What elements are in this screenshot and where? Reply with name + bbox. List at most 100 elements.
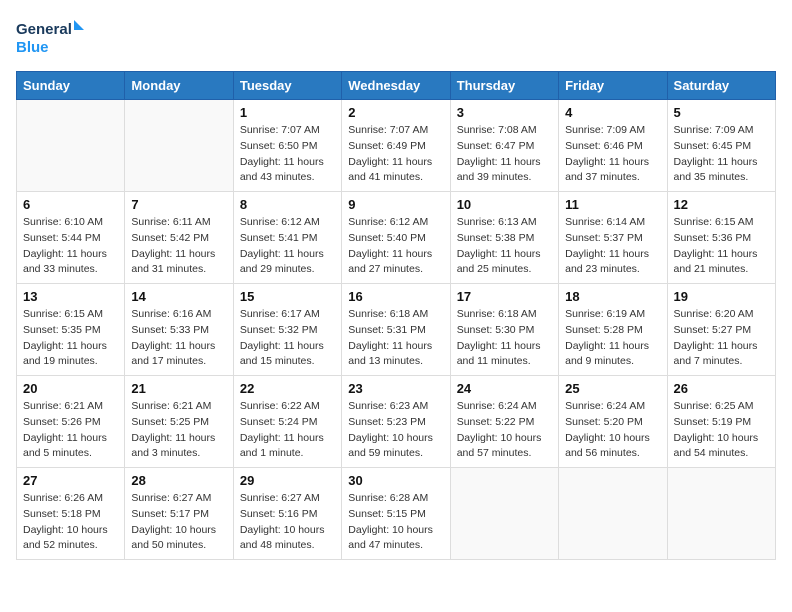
day-number: 7: [131, 197, 226, 212]
calendar-cell: [450, 468, 558, 560]
day-number: 20: [23, 381, 118, 396]
day-number: 27: [23, 473, 118, 488]
day-number: 9: [348, 197, 443, 212]
calendar-cell: 28 Sunrise: 6:27 AMSunset: 5:17 PMDayligh…: [125, 468, 233, 560]
calendar-cell: [559, 468, 667, 560]
calendar-cell: 27 Sunrise: 6:26 AMSunset: 5:18 PMDayligh…: [17, 468, 125, 560]
day-info: Sunrise: 7:08 AMSunset: 6:47 PMDaylight:…: [457, 123, 552, 186]
day-number: 12: [674, 197, 769, 212]
calendar-cell: 11 Sunrise: 6:14 AMSunset: 5:37 PMDayligh…: [559, 192, 667, 284]
day-info: Sunrise: 6:21 AMSunset: 5:26 PMDaylight:…: [23, 399, 118, 462]
day-number: 21: [131, 381, 226, 396]
day-info: Sunrise: 6:18 AMSunset: 5:31 PMDaylight:…: [348, 307, 443, 370]
day-number: 26: [674, 381, 769, 396]
calendar-week-row: 27 Sunrise: 6:26 AMSunset: 5:18 PMDayligh…: [17, 468, 776, 560]
calendar-cell: 9 Sunrise: 6:12 AMSunset: 5:40 PMDaylight…: [342, 192, 450, 284]
day-info: Sunrise: 6:24 AMSunset: 5:20 PMDaylight:…: [565, 399, 660, 462]
day-info: Sunrise: 7:07 AMSunset: 6:50 PMDaylight:…: [240, 123, 335, 186]
day-number: 6: [23, 197, 118, 212]
day-number: 1: [240, 105, 335, 120]
day-info: Sunrise: 6:10 AMSunset: 5:44 PMDaylight:…: [23, 215, 118, 278]
calendar-header-row: SundayMondayTuesdayWednesdayThursdayFrid…: [17, 72, 776, 100]
day-number: 14: [131, 289, 226, 304]
logo-svg: General Blue: [16, 16, 86, 61]
day-number: 11: [565, 197, 660, 212]
day-number: 25: [565, 381, 660, 396]
calendar-cell: 3 Sunrise: 7:08 AMSunset: 6:47 PMDaylight…: [450, 100, 558, 192]
calendar-cell: 17 Sunrise: 6:18 AMSunset: 5:30 PMDayligh…: [450, 284, 558, 376]
day-info: Sunrise: 6:27 AMSunset: 5:16 PMDaylight:…: [240, 491, 335, 554]
day-info: Sunrise: 6:12 AMSunset: 5:41 PMDaylight:…: [240, 215, 335, 278]
logo: General Blue: [16, 16, 86, 61]
day-info: Sunrise: 6:17 AMSunset: 5:32 PMDaylight:…: [240, 307, 335, 370]
column-header-thursday: Thursday: [450, 72, 558, 100]
day-number: 23: [348, 381, 443, 396]
day-info: Sunrise: 6:26 AMSunset: 5:18 PMDaylight:…: [23, 491, 118, 554]
calendar-cell: 4 Sunrise: 7:09 AMSunset: 6:46 PMDaylight…: [559, 100, 667, 192]
calendar-week-row: 20 Sunrise: 6:21 AMSunset: 5:26 PMDayligh…: [17, 376, 776, 468]
calendar-cell: 30Sunrise: 6:28 AMSunset: 5:15 PMDayligh…: [342, 468, 450, 560]
calendar-cell: [125, 100, 233, 192]
column-header-monday: Monday: [125, 72, 233, 100]
day-number: 17: [457, 289, 552, 304]
day-number: 13: [23, 289, 118, 304]
day-number: 10: [457, 197, 552, 212]
calendar-table: SundayMondayTuesdayWednesdayThursdayFrid…: [16, 71, 776, 560]
day-info: Sunrise: 6:28 AMSunset: 5:15 PMDaylight:…: [348, 491, 443, 554]
day-number: 28: [131, 473, 226, 488]
day-number: 22: [240, 381, 335, 396]
calendar-cell: 15Sunrise: 6:17 AMSunset: 5:32 PMDayligh…: [233, 284, 341, 376]
calendar-cell: 6 Sunrise: 6:10 AMSunset: 5:44 PMDaylight…: [17, 192, 125, 284]
day-info: Sunrise: 6:21 AMSunset: 5:25 PMDaylight:…: [131, 399, 226, 462]
calendar-cell: 2Sunrise: 7:07 AMSunset: 6:49 PMDaylight…: [342, 100, 450, 192]
calendar-cell: 20 Sunrise: 6:21 AMSunset: 5:26 PMDayligh…: [17, 376, 125, 468]
calendar-week-row: 1 Sunrise: 7:07 AMSunset: 6:50 PMDaylight…: [17, 100, 776, 192]
column-header-friday: Friday: [559, 72, 667, 100]
calendar-body: 1 Sunrise: 7:07 AMSunset: 6:50 PMDaylight…: [17, 100, 776, 560]
calendar-cell: 14 Sunrise: 6:16 AMSunset: 5:33 PMDayligh…: [125, 284, 233, 376]
day-info: Sunrise: 6:18 AMSunset: 5:30 PMDaylight:…: [457, 307, 552, 370]
day-info: Sunrise: 6:27 AMSunset: 5:17 PMDaylight:…: [131, 491, 226, 554]
calendar-week-row: 6 Sunrise: 6:10 AMSunset: 5:44 PMDaylight…: [17, 192, 776, 284]
calendar-cell: 25 Sunrise: 6:24 AMSunset: 5:20 PMDayligh…: [559, 376, 667, 468]
day-info: Sunrise: 6:13 AMSunset: 5:38 PMDaylight:…: [457, 215, 552, 278]
calendar-cell: 23Sunrise: 6:23 AMSunset: 5:23 PMDayligh…: [342, 376, 450, 468]
day-number: 3: [457, 105, 552, 120]
day-number: 19: [674, 289, 769, 304]
svg-text:Blue: Blue: [16, 39, 49, 56]
day-number: 2: [348, 105, 443, 120]
column-header-tuesday: Tuesday: [233, 72, 341, 100]
column-header-wednesday: Wednesday: [342, 72, 450, 100]
day-info: Sunrise: 7:09 AMSunset: 6:45 PMDaylight:…: [674, 123, 769, 186]
calendar-cell: 1 Sunrise: 7:07 AMSunset: 6:50 PMDaylight…: [233, 100, 341, 192]
day-info: Sunrise: 6:15 AMSunset: 5:35 PMDaylight:…: [23, 307, 118, 370]
svg-text:General: General: [16, 21, 72, 38]
day-number: 4: [565, 105, 660, 120]
day-info: Sunrise: 6:19 AMSunset: 5:28 PMDaylight:…: [565, 307, 660, 370]
day-number: 5: [674, 105, 769, 120]
calendar-cell: 13 Sunrise: 6:15 AMSunset: 5:35 PMDayligh…: [17, 284, 125, 376]
calendar-cell: 7 Sunrise: 6:11 AMSunset: 5:42 PMDaylight…: [125, 192, 233, 284]
day-number: 29: [240, 473, 335, 488]
day-info: Sunrise: 6:16 AMSunset: 5:33 PMDaylight:…: [131, 307, 226, 370]
day-number: 18: [565, 289, 660, 304]
day-info: Sunrise: 7:09 AMSunset: 6:46 PMDaylight:…: [565, 123, 660, 186]
calendar-cell: 22Sunrise: 6:22 AMSunset: 5:24 PMDayligh…: [233, 376, 341, 468]
day-info: Sunrise: 6:25 AMSunset: 5:19 PMDaylight:…: [674, 399, 769, 462]
calendar-cell: 5 Sunrise: 7:09 AMSunset: 6:45 PMDaylight…: [667, 100, 775, 192]
calendar-cell: 26 Sunrise: 6:25 AMSunset: 5:19 PMDayligh…: [667, 376, 775, 468]
day-number: 24: [457, 381, 552, 396]
day-number: 16: [348, 289, 443, 304]
calendar-cell: 18 Sunrise: 6:19 AMSunset: 5:28 PMDayligh…: [559, 284, 667, 376]
calendar-cell: 12Sunrise: 6:15 AMSunset: 5:36 PMDayligh…: [667, 192, 775, 284]
column-header-saturday: Saturday: [667, 72, 775, 100]
day-info: Sunrise: 6:12 AMSunset: 5:40 PMDaylight:…: [348, 215, 443, 278]
day-info: Sunrise: 6:20 AMSunset: 5:27 PMDaylight:…: [674, 307, 769, 370]
calendar-cell: 29 Sunrise: 6:27 AMSunset: 5:16 PMDayligh…: [233, 468, 341, 560]
day-info: Sunrise: 6:14 AMSunset: 5:37 PMDaylight:…: [565, 215, 660, 278]
day-info: Sunrise: 6:11 AMSunset: 5:42 PMDaylight:…: [131, 215, 226, 278]
calendar-cell: 24Sunrise: 6:24 AMSunset: 5:22 PMDayligh…: [450, 376, 558, 468]
calendar-cell: [17, 100, 125, 192]
calendar-cell: 21 Sunrise: 6:21 AMSunset: 5:25 PMDayligh…: [125, 376, 233, 468]
calendar-cell: 16 Sunrise: 6:18 AMSunset: 5:31 PMDayligh…: [342, 284, 450, 376]
